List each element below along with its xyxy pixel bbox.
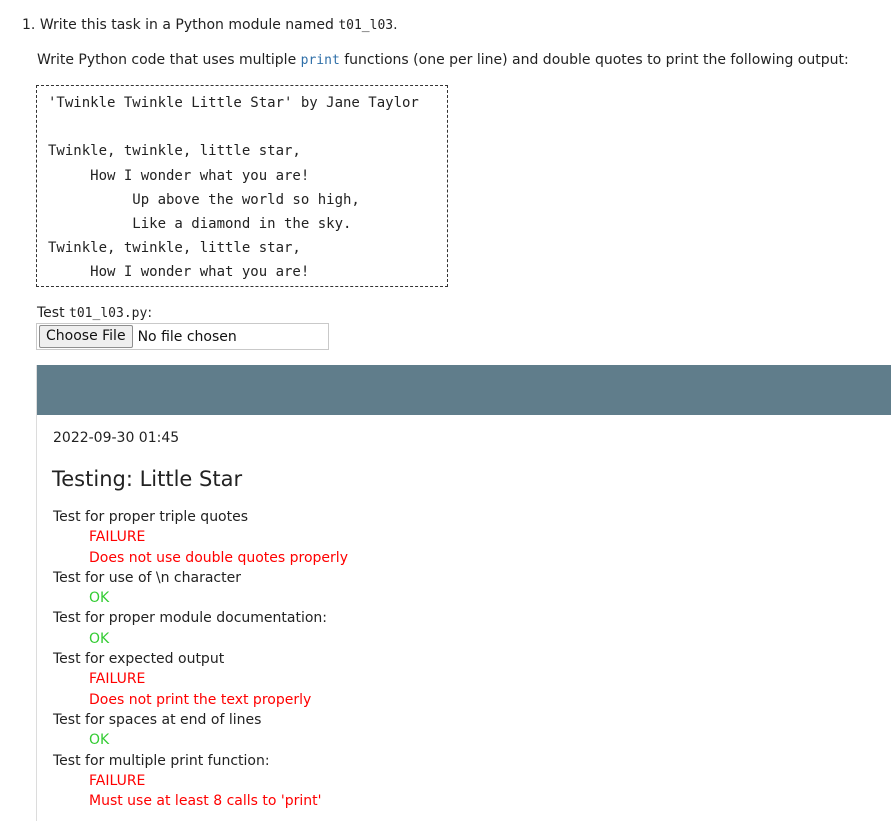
expected-output-text: 'Twinkle Twinkle Little Star' by Jane Ta… bbox=[48, 95, 419, 281]
test-upload-label: Test t01_l03.py: bbox=[37, 303, 152, 324]
test-name: Test for spaces at end of lines bbox=[53, 711, 262, 728]
test-item: Test for expected output FAILURE Does no… bbox=[53, 649, 873, 710]
choose-file-button[interactable]: Choose File bbox=[39, 325, 133, 348]
results-header-bar bbox=[37, 365, 891, 415]
test-item: Test for proper module documentation: OK bbox=[53, 608, 873, 649]
test-name: Test for use of \n character bbox=[53, 569, 241, 586]
test-item: Test for multiple print function: FAILUR… bbox=[53, 751, 873, 812]
test-name: Test for proper triple quotes bbox=[53, 509, 249, 525]
test-name: Test for expected output bbox=[53, 651, 225, 668]
results-panel: 2022-09-30 01:45 Testing: Little Star Te… bbox=[36, 365, 891, 821]
test-status-failure: FAILURE bbox=[89, 529, 146, 546]
test-status-ok: OK bbox=[89, 732, 110, 749]
test-item: Test for use of \n character OK bbox=[53, 568, 873, 609]
task-number: 1. bbox=[22, 17, 36, 33]
results-title: Testing: Little Star bbox=[52, 467, 243, 491]
file-input[interactable]: Choose File No file chosen bbox=[36, 323, 329, 350]
test-label-suffix: : bbox=[147, 305, 153, 321]
test-item: Test for spaces at end of lines OK bbox=[53, 710, 873, 751]
file-status: No file chosen bbox=[137, 328, 237, 345]
task-heading-prefix: Write this task in a Python module named bbox=[39, 17, 334, 33]
results-timestamp: 2022-09-30 01:45 bbox=[53, 430, 180, 446]
test-results-list: Test for proper triple quotes FAILURE Do… bbox=[53, 507, 873, 811]
instructions-prefix: Write Python code that uses multiple bbox=[37, 52, 297, 68]
test-item: Test for proper triple quotes FAILURE Do… bbox=[53, 507, 873, 568]
module-name: t01_l03 bbox=[338, 18, 394, 33]
task-heading: 1. Write this task in a Python module na… bbox=[22, 15, 398, 36]
test-status-failure: FAILURE bbox=[89, 772, 146, 789]
test-status-ok: OK bbox=[89, 630, 110, 647]
instructions-suffix: functions (one per line) and double quot… bbox=[344, 52, 849, 68]
test-message: Must use at least 8 calls to 'print' bbox=[89, 793, 322, 810]
test-status-ok: OK bbox=[89, 590, 110, 607]
test-filename: t01_l03.py bbox=[69, 306, 148, 321]
test-label-prefix: Test bbox=[37, 305, 65, 321]
expected-output-box: 'Twinkle Twinkle Little Star' by Jane Ta… bbox=[36, 85, 448, 287]
test-status-failure: FAILURE bbox=[89, 671, 146, 688]
task-heading-suffix: . bbox=[393, 17, 398, 33]
test-message: Does not use double quotes properly bbox=[89, 549, 348, 566]
task-instructions: Write Python code that uses multiple pri… bbox=[37, 50, 849, 71]
print-code: print bbox=[300, 53, 340, 68]
test-name: Test for multiple print function: bbox=[53, 752, 270, 769]
test-message: Does not print the text properly bbox=[89, 691, 312, 708]
test-name: Test for proper module documentation: bbox=[53, 610, 327, 627]
